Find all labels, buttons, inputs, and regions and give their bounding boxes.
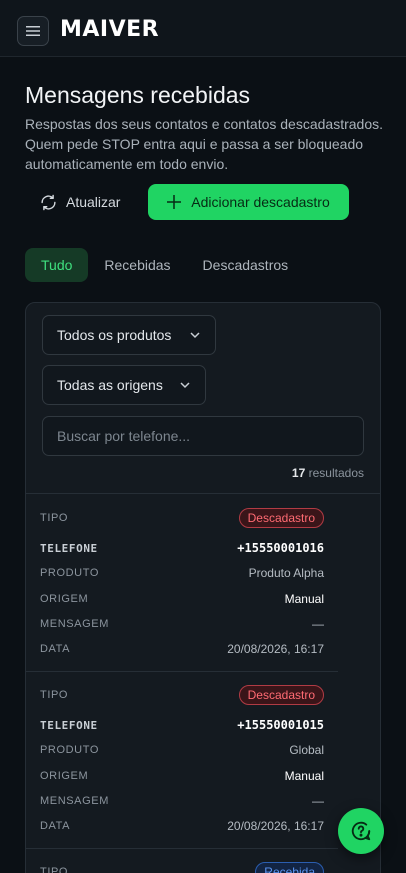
status-badge: Descadastro bbox=[238, 685, 324, 705]
product-value: Produto Alpha bbox=[248, 566, 324, 580]
status-badge: Recebida bbox=[255, 862, 324, 873]
tab-recebidas[interactable]: Recebidas bbox=[88, 248, 186, 282]
chevron-down-icon bbox=[190, 332, 200, 339]
list-item[interactable]: TIPO Descadastro TELEFONE +15550001016 P… bbox=[26, 494, 338, 671]
label-origem: ORIGEM bbox=[40, 770, 89, 782]
phone-value: +15550001016 bbox=[237, 541, 324, 555]
logo[interactable]: MAIVER bbox=[60, 18, 159, 42]
label-produto: PRODUTO bbox=[40, 744, 100, 756]
tab-descadastros[interactable]: Descadastros bbox=[187, 248, 305, 282]
product-select[interactable]: Todos os produtos bbox=[42, 315, 216, 355]
tab-tudo[interactable]: Tudo bbox=[25, 248, 89, 282]
status-badge: Descadastro bbox=[238, 508, 324, 528]
label-telefone: TELEFONE bbox=[40, 718, 98, 732]
date-value: 20/08/2026, 16:17 bbox=[227, 819, 324, 833]
list-item[interactable]: TIPO Recebida bbox=[26, 848, 338, 873]
add-unsubscribe-label: Adicionar descadastro bbox=[191, 194, 330, 210]
phone-value: +15550001015 bbox=[237, 718, 324, 732]
origin-select[interactable]: Todas as origens bbox=[42, 365, 206, 405]
refresh-label: Atualizar bbox=[66, 194, 121, 210]
label-telefone: TELEFONE bbox=[40, 541, 98, 555]
top-bar: MAIVER bbox=[0, 0, 406, 57]
product-select-value: Todos os produtos bbox=[57, 327, 172, 343]
label-data: DATA bbox=[40, 820, 71, 832]
label-data: DATA bbox=[40, 643, 71, 655]
label-tipo: TIPO bbox=[40, 512, 69, 524]
refresh-button[interactable]: Atualizar bbox=[30, 185, 130, 219]
message-value: — bbox=[312, 794, 324, 808]
list-item[interactable]: TIPO Descadastro TELEFONE +15550001015 P… bbox=[26, 671, 338, 848]
label-tipo: TIPO bbox=[40, 689, 69, 701]
origin-value: Manual bbox=[284, 592, 324, 606]
help-button[interactable] bbox=[338, 808, 384, 854]
results-count: 17 resultados bbox=[292, 466, 364, 480]
plus-icon bbox=[167, 195, 182, 209]
results-number: 17 bbox=[291, 466, 306, 480]
label-origem: ORIGEM bbox=[40, 593, 89, 605]
label-mensagem: MENSAGEM bbox=[40, 795, 109, 807]
help-circle-icon bbox=[351, 821, 371, 841]
label-mensagem: MENSAGEM bbox=[40, 618, 109, 630]
origin-select-value: Todas as origens bbox=[57, 377, 163, 393]
add-unsubscribe-button[interactable]: Adicionar descadastro bbox=[148, 184, 349, 220]
label-tipo: TIPO bbox=[40, 866, 69, 873]
results-label: resultados bbox=[308, 466, 364, 480]
page-subtitle: Respostas dos seus contatos e contatos d… bbox=[25, 116, 383, 172]
product-value: Global bbox=[289, 743, 324, 757]
page-title: Mensagens recebidas bbox=[25, 82, 251, 108]
messages-card: Todos os produtos Todas as origens 17 re… bbox=[25, 302, 381, 873]
date-value: 20/08/2026, 16:17 bbox=[227, 642, 324, 656]
menu-button[interactable] bbox=[17, 16, 49, 46]
label-produto: PRODUTO bbox=[40, 567, 100, 579]
logo-text: MAIVER bbox=[60, 17, 160, 42]
phone-search-input[interactable] bbox=[42, 416, 364, 456]
origin-value: Manual bbox=[284, 769, 324, 783]
hamburger-icon bbox=[26, 26, 40, 36]
tabs: Tudo Recebidas Descadastros bbox=[25, 248, 304, 282]
chevron-down-icon bbox=[180, 382, 190, 389]
refresh-icon bbox=[41, 194, 56, 210]
message-value: — bbox=[312, 617, 324, 631]
